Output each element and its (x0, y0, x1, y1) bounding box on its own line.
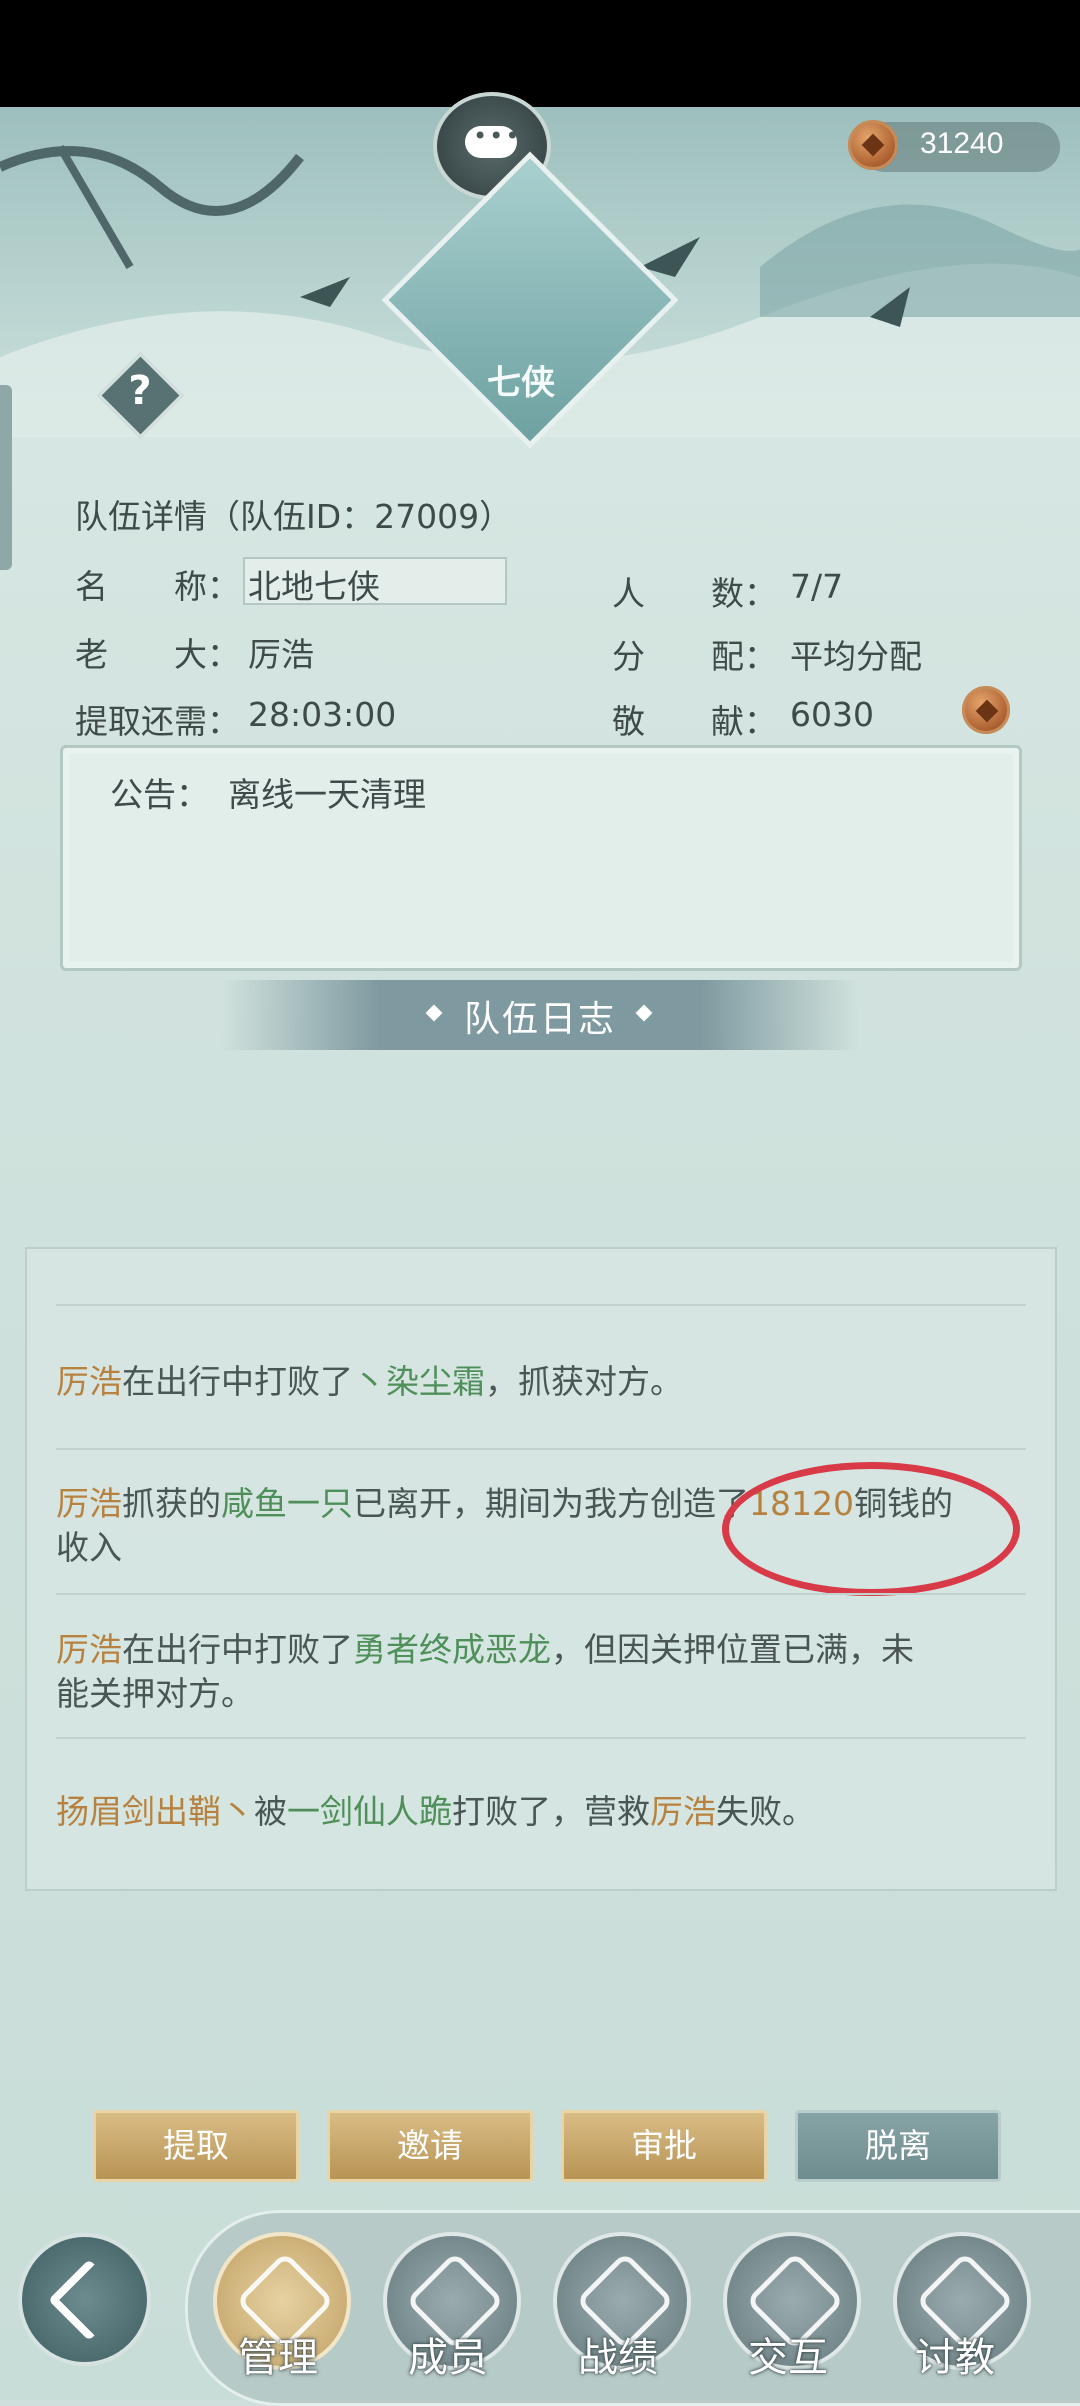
team-details-title: 队伍详情（队伍ID：27009） (75, 497, 513, 536)
approve-button[interactable]: 审批 (561, 2110, 767, 2182)
tab-interact-label: 交互 (748, 2335, 828, 2381)
team-emblem-label: 七侠 (487, 363, 555, 403)
withdraw-timer-value: 28:03:00 (248, 695, 397, 734)
tab-records-label: 战绩 (578, 2335, 658, 2381)
log-entry: 厉浩在出行中打败了丶染尘霜，抓获对方。 (56, 1362, 683, 1401)
leader-label: 老 大： (75, 635, 240, 674)
log-divider (56, 1304, 1026, 1306)
team-name-value: 北地七侠 (248, 567, 380, 606)
log-title: 队伍日志 (463, 999, 616, 1040)
copper-coin-icon (962, 686, 1010, 734)
status-bar (0, 0, 1080, 107)
invite-button[interactable]: 邀请 (327, 2110, 533, 2182)
leader-value: 厉浩 (248, 635, 314, 674)
chat-bubble-icon (465, 122, 521, 158)
distribution-label: 分 配： (612, 637, 777, 676)
highlight-circle (722, 1462, 1020, 1596)
back-button[interactable] (18, 2233, 151, 2366)
back-arrow-icon (47, 2258, 131, 2342)
withdraw-timer-label: 提取还需： (75, 702, 240, 741)
announcement-text: 离线一天清理 (228, 775, 426, 814)
tab-members-label: 成员 (408, 2335, 488, 2381)
members-label: 人 数： (612, 574, 777, 613)
distribution-value: 平均分配 (790, 637, 922, 676)
members-value: 7/7 (790, 567, 844, 606)
log-divider (56, 1448, 1026, 1450)
question-mark-icon: ? (128, 368, 152, 414)
log-entry: 厉浩在出行中打败了勇者终成恶龙，但因关押位置已满，未 能关押对方。 (56, 1630, 914, 1713)
leave-button[interactable]: 脱离 (795, 2110, 1001, 2182)
log-entry: 扬眉剑出鞘丶被一剑仙人跪打败了，营救厉浩失败。 (56, 1792, 815, 1831)
name-label: 名 称： (75, 567, 240, 606)
coin-value: 31240 (920, 127, 1004, 160)
withdraw-button[interactable]: 提取 (93, 2110, 299, 2182)
announcement-label: 公告： (110, 775, 209, 814)
copper-coin-icon (848, 120, 898, 170)
side-drawer-handle[interactable] (0, 385, 12, 570)
tab-spar-label: 讨教 (915, 2335, 995, 2381)
log-divider (56, 1737, 1026, 1739)
contribution-label: 敬 献： (612, 702, 777, 741)
log-divider (56, 1593, 1026, 1595)
contribution-value: 6030 (790, 695, 874, 734)
tab-manage-label: 管理 (238, 2335, 318, 2381)
